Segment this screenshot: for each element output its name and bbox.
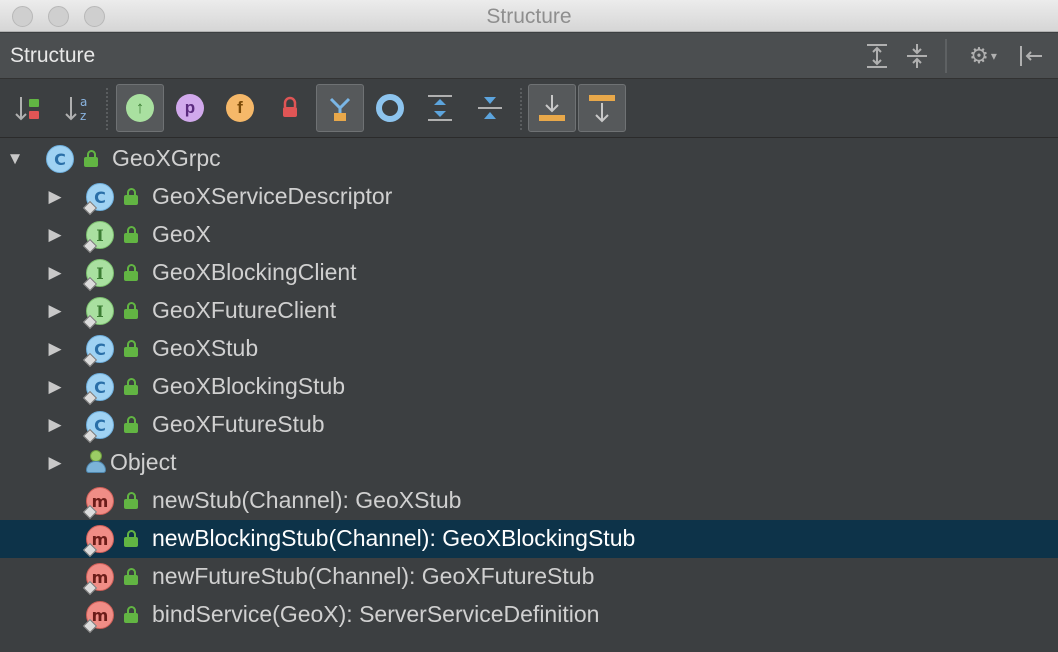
class-icon: C [82, 183, 114, 216]
tree-item[interactable]: ▶ C GeoXStub [0, 330, 1058, 368]
window-titlebar: Structure [0, 0, 1058, 32]
tree-item-label: Object [110, 449, 177, 475]
properties-icon: p [176, 94, 204, 122]
tree-item[interactable]: ▶ I GeoXBlockingClient [0, 254, 1058, 292]
class-icon: C [82, 335, 114, 368]
tree-item-label: GeoX [152, 221, 211, 247]
toolbar-separator [106, 88, 108, 130]
expand-arrow-icon[interactable]: ▶ [46, 186, 64, 208]
tree-item[interactable]: ▶ Object [0, 444, 1058, 482]
expand-arrow-icon[interactable]: ▶ [46, 414, 64, 436]
tree-item[interactable]: m newStub(Channel): GeoXStub [0, 482, 1058, 520]
public-lock-icon [124, 226, 138, 244]
tree-item[interactable]: ▶ C GeoXBlockingStub [0, 368, 1058, 406]
show-fields-button[interactable]: f [216, 84, 264, 132]
tree-item[interactable]: ▶ C GeoXFutureStub [0, 406, 1058, 444]
public-lock-icon [124, 416, 138, 434]
public-lock-icon [124, 378, 138, 396]
tree-item-label: GeoXFutureStub [152, 411, 325, 437]
expand-button[interactable] [416, 84, 464, 132]
interface-icon: I [82, 221, 114, 254]
expand-arrow-icon[interactable]: ▶ [46, 338, 64, 360]
tree-item-label: GeoXFutureClient [152, 297, 337, 323]
panel-title: Structure [10, 44, 96, 67]
svg-text:a: a [80, 95, 87, 109]
public-lock-icon [124, 530, 138, 548]
tree-item-label: newStub(Channel): GeoXStub [152, 487, 462, 513]
hide-panel-icon[interactable] [1016, 41, 1046, 71]
tree-item-label: bindService(GeoX): ServerServiceDefiniti… [152, 601, 600, 627]
tree-root[interactable]: ▼ C GeoXGrpc [0, 140, 1058, 178]
object-icon [84, 450, 108, 476]
show-anonymous-icon [376, 94, 404, 122]
method-icon: m [82, 525, 114, 558]
public-lock-icon [124, 340, 138, 358]
expand-all-icon[interactable] [862, 41, 892, 71]
public-lock-icon [124, 606, 138, 624]
collapse-all-icon[interactable] [902, 41, 932, 71]
tree-item-label: GeoXStub [152, 335, 259, 361]
public-lock-icon [124, 302, 138, 320]
tree-item-label: newFutureStub(Channel): GeoXFutureStub [152, 563, 595, 589]
class-icon: C [82, 411, 114, 444]
tree-item[interactable]: ▶ I GeoX [0, 216, 1058, 254]
expand-arrow-icon[interactable]: ▶ [46, 262, 64, 284]
expand-arrow-icon[interactable]: ▶ [46, 300, 64, 322]
tree-item[interactable]: ▶ I GeoXFutureClient [0, 292, 1058, 330]
public-lock-icon [84, 150, 98, 168]
lock-icon [283, 96, 297, 117]
header-separator [945, 39, 947, 73]
tree-item-label: GeoXBlockingStub [152, 373, 346, 399]
show-non-public-button[interactable] [266, 84, 314, 132]
collapse-button[interactable] [466, 84, 514, 132]
autoscroll-from-source-button[interactable] [578, 84, 626, 132]
tree-item-label: GeoXGrpc [112, 145, 221, 171]
tree-item-selected[interactable]: m newBlockingStub(Channel): GeoXBlocking… [0, 520, 1058, 558]
expand-arrow-icon[interactable]: ▶ [46, 224, 64, 246]
tool-window-header: Structure ⚙ ▾ [0, 33, 1058, 79]
tree-item-label: GeoXBlockingClient [152, 259, 357, 285]
collapse-arrow-icon[interactable]: ▼ [6, 148, 24, 170]
show-anonymous-button[interactable] [366, 84, 414, 132]
expand-icon [428, 95, 452, 121]
class-icon: C [82, 373, 114, 406]
show-inherited-button[interactable]: ↑ [116, 84, 164, 132]
autoscroll-from-source-icon [589, 95, 615, 123]
tree-item[interactable]: m bindService(GeoX): ServerServiceDefini… [0, 596, 1058, 634]
expand-arrow-icon[interactable]: ▶ [46, 452, 64, 474]
sort-alphabetically-button[interactable]: az [54, 84, 102, 132]
expand-arrow-icon[interactable]: ▶ [46, 376, 64, 398]
autoscroll-to-source-button[interactable] [528, 84, 576, 132]
tree-item-label: GeoXServiceDescriptor [152, 183, 393, 209]
structure-toolbar: az ↑ p f [0, 80, 1058, 138]
group-icon [329, 97, 351, 121]
window-title: Structure [486, 5, 572, 28]
sort-alphabetically-icon: az [65, 95, 87, 123]
class-icon: C [46, 145, 74, 173]
sort-by-visibility-icon [15, 97, 39, 121]
show-properties-button[interactable]: p [166, 84, 214, 132]
public-lock-icon [124, 188, 138, 206]
toolbar-separator [520, 88, 522, 130]
structure-tree: ▼ C GeoXGrpc ▶ C GeoXServiceDescriptor ▶… [0, 140, 1058, 652]
gear-icon[interactable]: ⚙ ▾ [960, 41, 1006, 71]
interface-icon: I [82, 297, 114, 330]
public-lock-icon [124, 492, 138, 510]
fields-icon: f [226, 94, 254, 122]
public-lock-icon [124, 264, 138, 282]
svg-text:z: z [80, 109, 86, 123]
tree-item-label: newBlockingStub(Channel): GeoXBlockingSt… [152, 525, 636, 551]
show-inherited-icon: ↑ [126, 94, 154, 122]
method-icon: m [82, 487, 114, 520]
sort-by-visibility-button[interactable] [4, 84, 52, 132]
public-lock-icon [124, 568, 138, 586]
tree-item[interactable]: m newFutureStub(Channel): GeoXFutureStub [0, 558, 1058, 596]
interface-icon: I [82, 259, 114, 292]
tree-item[interactable]: ▶ C GeoXServiceDescriptor [0, 178, 1058, 216]
group-button[interactable] [316, 84, 364, 132]
collapse-icon [478, 97, 502, 119]
method-icon: m [82, 563, 114, 596]
method-icon: m [82, 601, 114, 634]
autoscroll-to-source-icon [539, 95, 565, 121]
